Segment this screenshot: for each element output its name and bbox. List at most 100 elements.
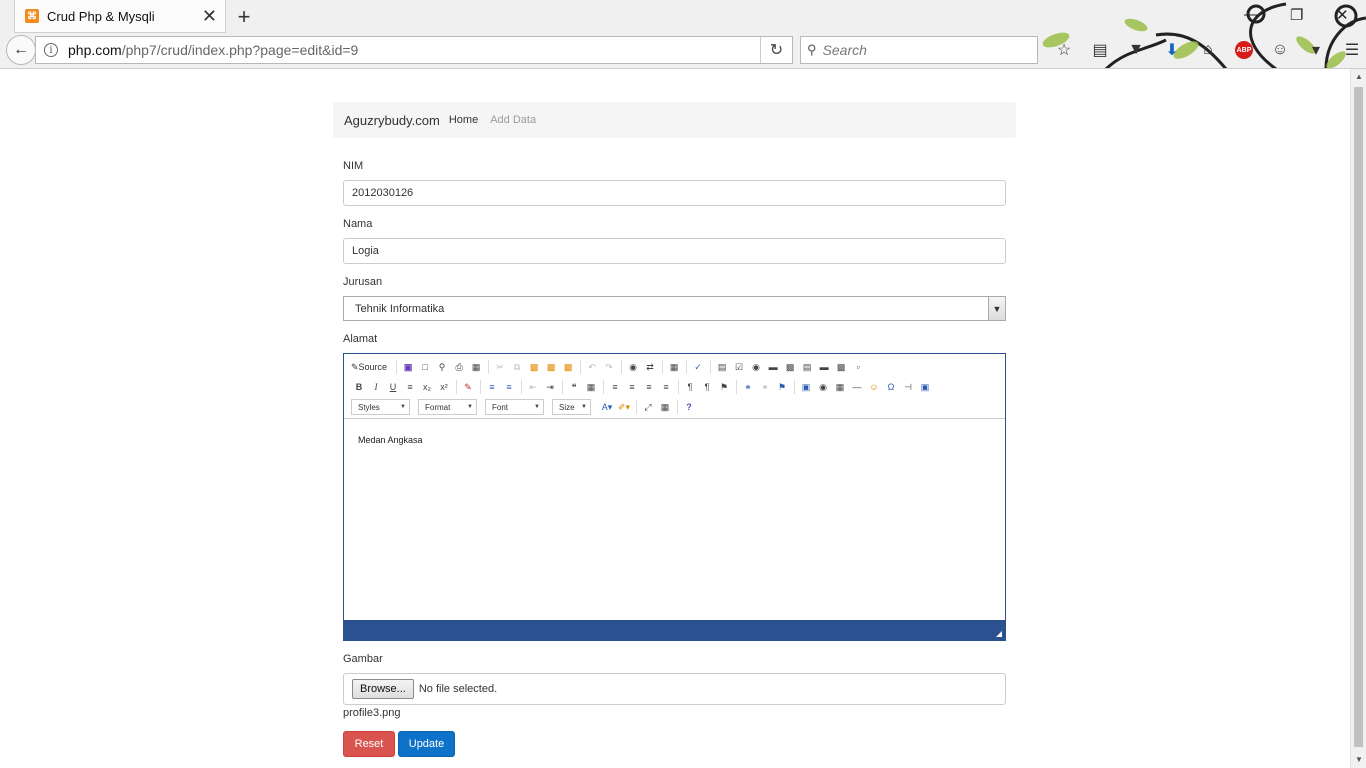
preview-icon[interactable]: ⚲ [434, 359, 450, 375]
print-icon[interactable]: ⎙ [451, 359, 467, 375]
form-icon[interactable]: ▤ [714, 359, 730, 375]
undo-icon[interactable]: ↶ [584, 359, 600, 375]
jurusan-select[interactable]: Tehnik Informatika ▼ [343, 296, 1006, 321]
address-bar[interactable]: i php.com/php7/crud/index.php?page=edit&… [35, 36, 793, 64]
update-button[interactable]: Update [398, 731, 455, 757]
justify-icon[interactable]: ≡ [658, 379, 674, 395]
select-field-icon[interactable]: ▤ [799, 359, 815, 375]
anchor-flag-icon[interactable]: ⚑ [774, 379, 790, 395]
vertical-scrollbar[interactable]: ▲ ▼ [1350, 69, 1366, 768]
help-icon[interactable]: ? [681, 399, 697, 415]
text-direction-ltr-icon[interactable]: ¶ [682, 379, 698, 395]
image-button-icon[interactable]: ▩ [833, 359, 849, 375]
subscript-icon[interactable]: x₂ [419, 379, 435, 395]
bookmark-star-icon[interactable]: ☆ [1046, 38, 1082, 62]
size-combo[interactable]: Size ▼ [552, 399, 591, 415]
editor-content[interactable]: Medan Angkasa [358, 435, 423, 445]
back-arrow-icon[interactable]: ← [6, 35, 36, 65]
textarea-icon[interactable]: ▩ [782, 359, 798, 375]
align-center-icon[interactable]: ≡ [624, 379, 640, 395]
show-blocks-icon[interactable]: ▦ [657, 399, 673, 415]
scroll-up-icon[interactable]: ▲ [1351, 69, 1366, 85]
reload-icon[interactable]: ↻ [760, 37, 792, 63]
language-icon[interactable]: ⚑ [716, 379, 732, 395]
spellcheck-icon[interactable]: ✓ [690, 359, 706, 375]
cut-icon[interactable]: ✂ [492, 359, 508, 375]
strikethrough-icon[interactable]: ≡ [402, 379, 418, 395]
close-window-icon[interactable]: ✕ [1336, 6, 1349, 24]
flash-icon[interactable]: ◉ [815, 379, 831, 395]
button-field-icon[interactable]: ▬ [816, 359, 832, 375]
pocket-icon[interactable]: ▼ [1118, 38, 1154, 62]
reset-button[interactable]: Reset [343, 731, 395, 757]
align-right-icon[interactable]: ≡ [641, 379, 657, 395]
unlink-icon[interactable]: ⚭ [757, 379, 773, 395]
site-brand[interactable]: Aguzrybudy.com [344, 113, 440, 128]
numbered-list-icon[interactable]: ≡ [484, 379, 500, 395]
nama-input[interactable]: Logia [343, 238, 1006, 264]
extension-face-icon[interactable]: ☺ [1262, 38, 1298, 62]
redo-icon[interactable]: ↷ [601, 359, 617, 375]
bookmarks-list-icon[interactable]: ▤ [1082, 38, 1118, 62]
chevron-down-icon[interactable]: ▼ [988, 297, 1005, 320]
scroll-down-icon[interactable]: ▼ [1351, 752, 1366, 768]
nav-link-add-data[interactable]: Add Data [490, 114, 536, 126]
browser-tab[interactable]: ⌘ Crud Php & Mysqli ✕ [14, 0, 226, 33]
text-direction-rtl-icon[interactable]: ¶ [699, 379, 715, 395]
browse-button[interactable]: Browse... [352, 679, 414, 699]
outdent-icon[interactable]: ⇤ [525, 379, 541, 395]
remove-format-icon[interactable]: ✎ [460, 379, 476, 395]
nav-link-home[interactable]: Home [449, 114, 478, 126]
replace-icon[interactable]: ⇄ [642, 359, 658, 375]
select-all-icon[interactable]: ▦ [666, 359, 682, 375]
font-combo[interactable]: Font ▼ [485, 399, 544, 415]
indent-icon[interactable]: ⇥ [542, 379, 558, 395]
styles-combo[interactable]: Styles ▼ [351, 399, 410, 415]
scrollbar-thumb[interactable] [1354, 87, 1363, 747]
copy-icon[interactable]: ⧉ [509, 359, 525, 375]
image-icon[interactable]: ▣ [798, 379, 814, 395]
special-char-icon[interactable]: Ω [883, 379, 899, 395]
format-combo[interactable]: Format ▼ [418, 399, 477, 415]
nim-input[interactable]: 2012030126 [343, 180, 1006, 206]
hidden-field-icon[interactable]: ▫ [850, 359, 866, 375]
align-left-icon[interactable]: ≡ [607, 379, 623, 395]
bulleted-list-icon[interactable]: ≡ [501, 379, 517, 395]
textfield-icon[interactable]: ▬ [765, 359, 781, 375]
new-page-icon[interactable]: □ [417, 359, 433, 375]
text-color-icon[interactable]: A▾ [599, 399, 615, 415]
superscript-icon[interactable]: x² [436, 379, 452, 395]
restore-window-icon[interactable]: ❐ [1290, 6, 1303, 24]
underline-icon[interactable]: U [385, 379, 401, 395]
smiley-icon[interactable]: ☺ [866, 379, 882, 395]
iframe-icon[interactable]: ▣ [917, 379, 933, 395]
minimize-window-icon[interactable]: — [1244, 6, 1259, 23]
italic-icon[interactable]: I [368, 379, 384, 395]
site-info-icon[interactable]: i [44, 43, 58, 57]
home-icon[interactable]: ⌂ [1190, 38, 1226, 62]
blockquote-icon[interactable]: ❝ [566, 379, 582, 395]
maximize-icon[interactable]: ⤢ [640, 399, 656, 415]
resize-grip-icon[interactable] [996, 631, 1002, 637]
page-break-icon[interactable]: ⊣ [900, 379, 916, 395]
url-text[interactable]: php.com/php7/crud/index.php?page=edit&id… [68, 42, 760, 58]
hamburger-menu-icon[interactable]: ☰ [1334, 38, 1366, 62]
radio-icon[interactable]: ◉ [748, 359, 764, 375]
bold-icon[interactable]: B [351, 379, 367, 395]
paste-text-icon[interactable]: ▩ [543, 359, 559, 375]
templates-icon[interactable]: ▦ [468, 359, 484, 375]
table-icon[interactable]: ▦ [832, 379, 848, 395]
horizontal-line-icon[interactable]: — [849, 379, 865, 395]
dropdown-icon[interactable]: ▾ [1298, 38, 1334, 62]
paste-word-icon[interactable]: ▩ [560, 359, 576, 375]
source-button[interactable]: ✎ Source [351, 362, 387, 373]
adblock-icon[interactable]: ABP [1226, 38, 1262, 62]
file-input[interactable]: Browse... No file selected. [343, 673, 1006, 705]
search-box[interactable]: ⚲ Search [800, 36, 1038, 64]
close-tab-icon[interactable]: ✕ [202, 7, 217, 25]
link-icon[interactable]: ⚭ [740, 379, 756, 395]
download-icon[interactable]: ⬇ [1154, 38, 1190, 62]
find-icon[interactable]: ◉ [625, 359, 641, 375]
paste-icon[interactable]: ▩ [526, 359, 542, 375]
new-tab-icon[interactable]: + [234, 4, 254, 30]
